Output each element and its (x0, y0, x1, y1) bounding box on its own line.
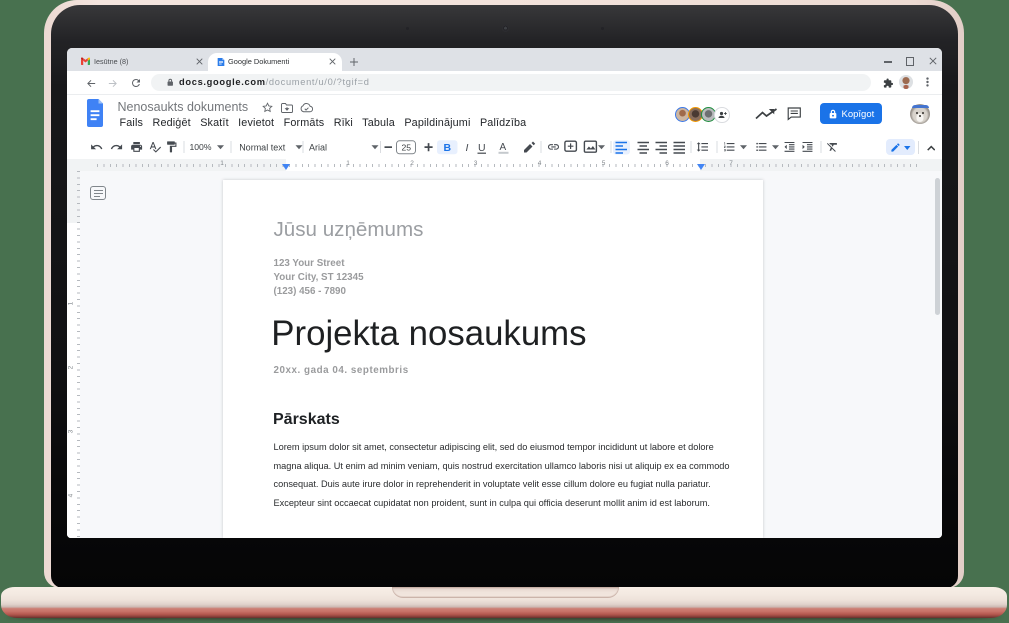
svg-text:U: U (478, 142, 486, 154)
svg-text:A: A (499, 142, 506, 153)
svg-text:I: I (465, 142, 468, 154)
svg-text:25: 25 (401, 143, 411, 153)
svg-text:B: B (443, 142, 451, 154)
svg-text:100%: 100% (189, 142, 211, 152)
svg-text:Arial: Arial (309, 142, 327, 152)
svg-text:Normal text: Normal text (239, 142, 286, 152)
